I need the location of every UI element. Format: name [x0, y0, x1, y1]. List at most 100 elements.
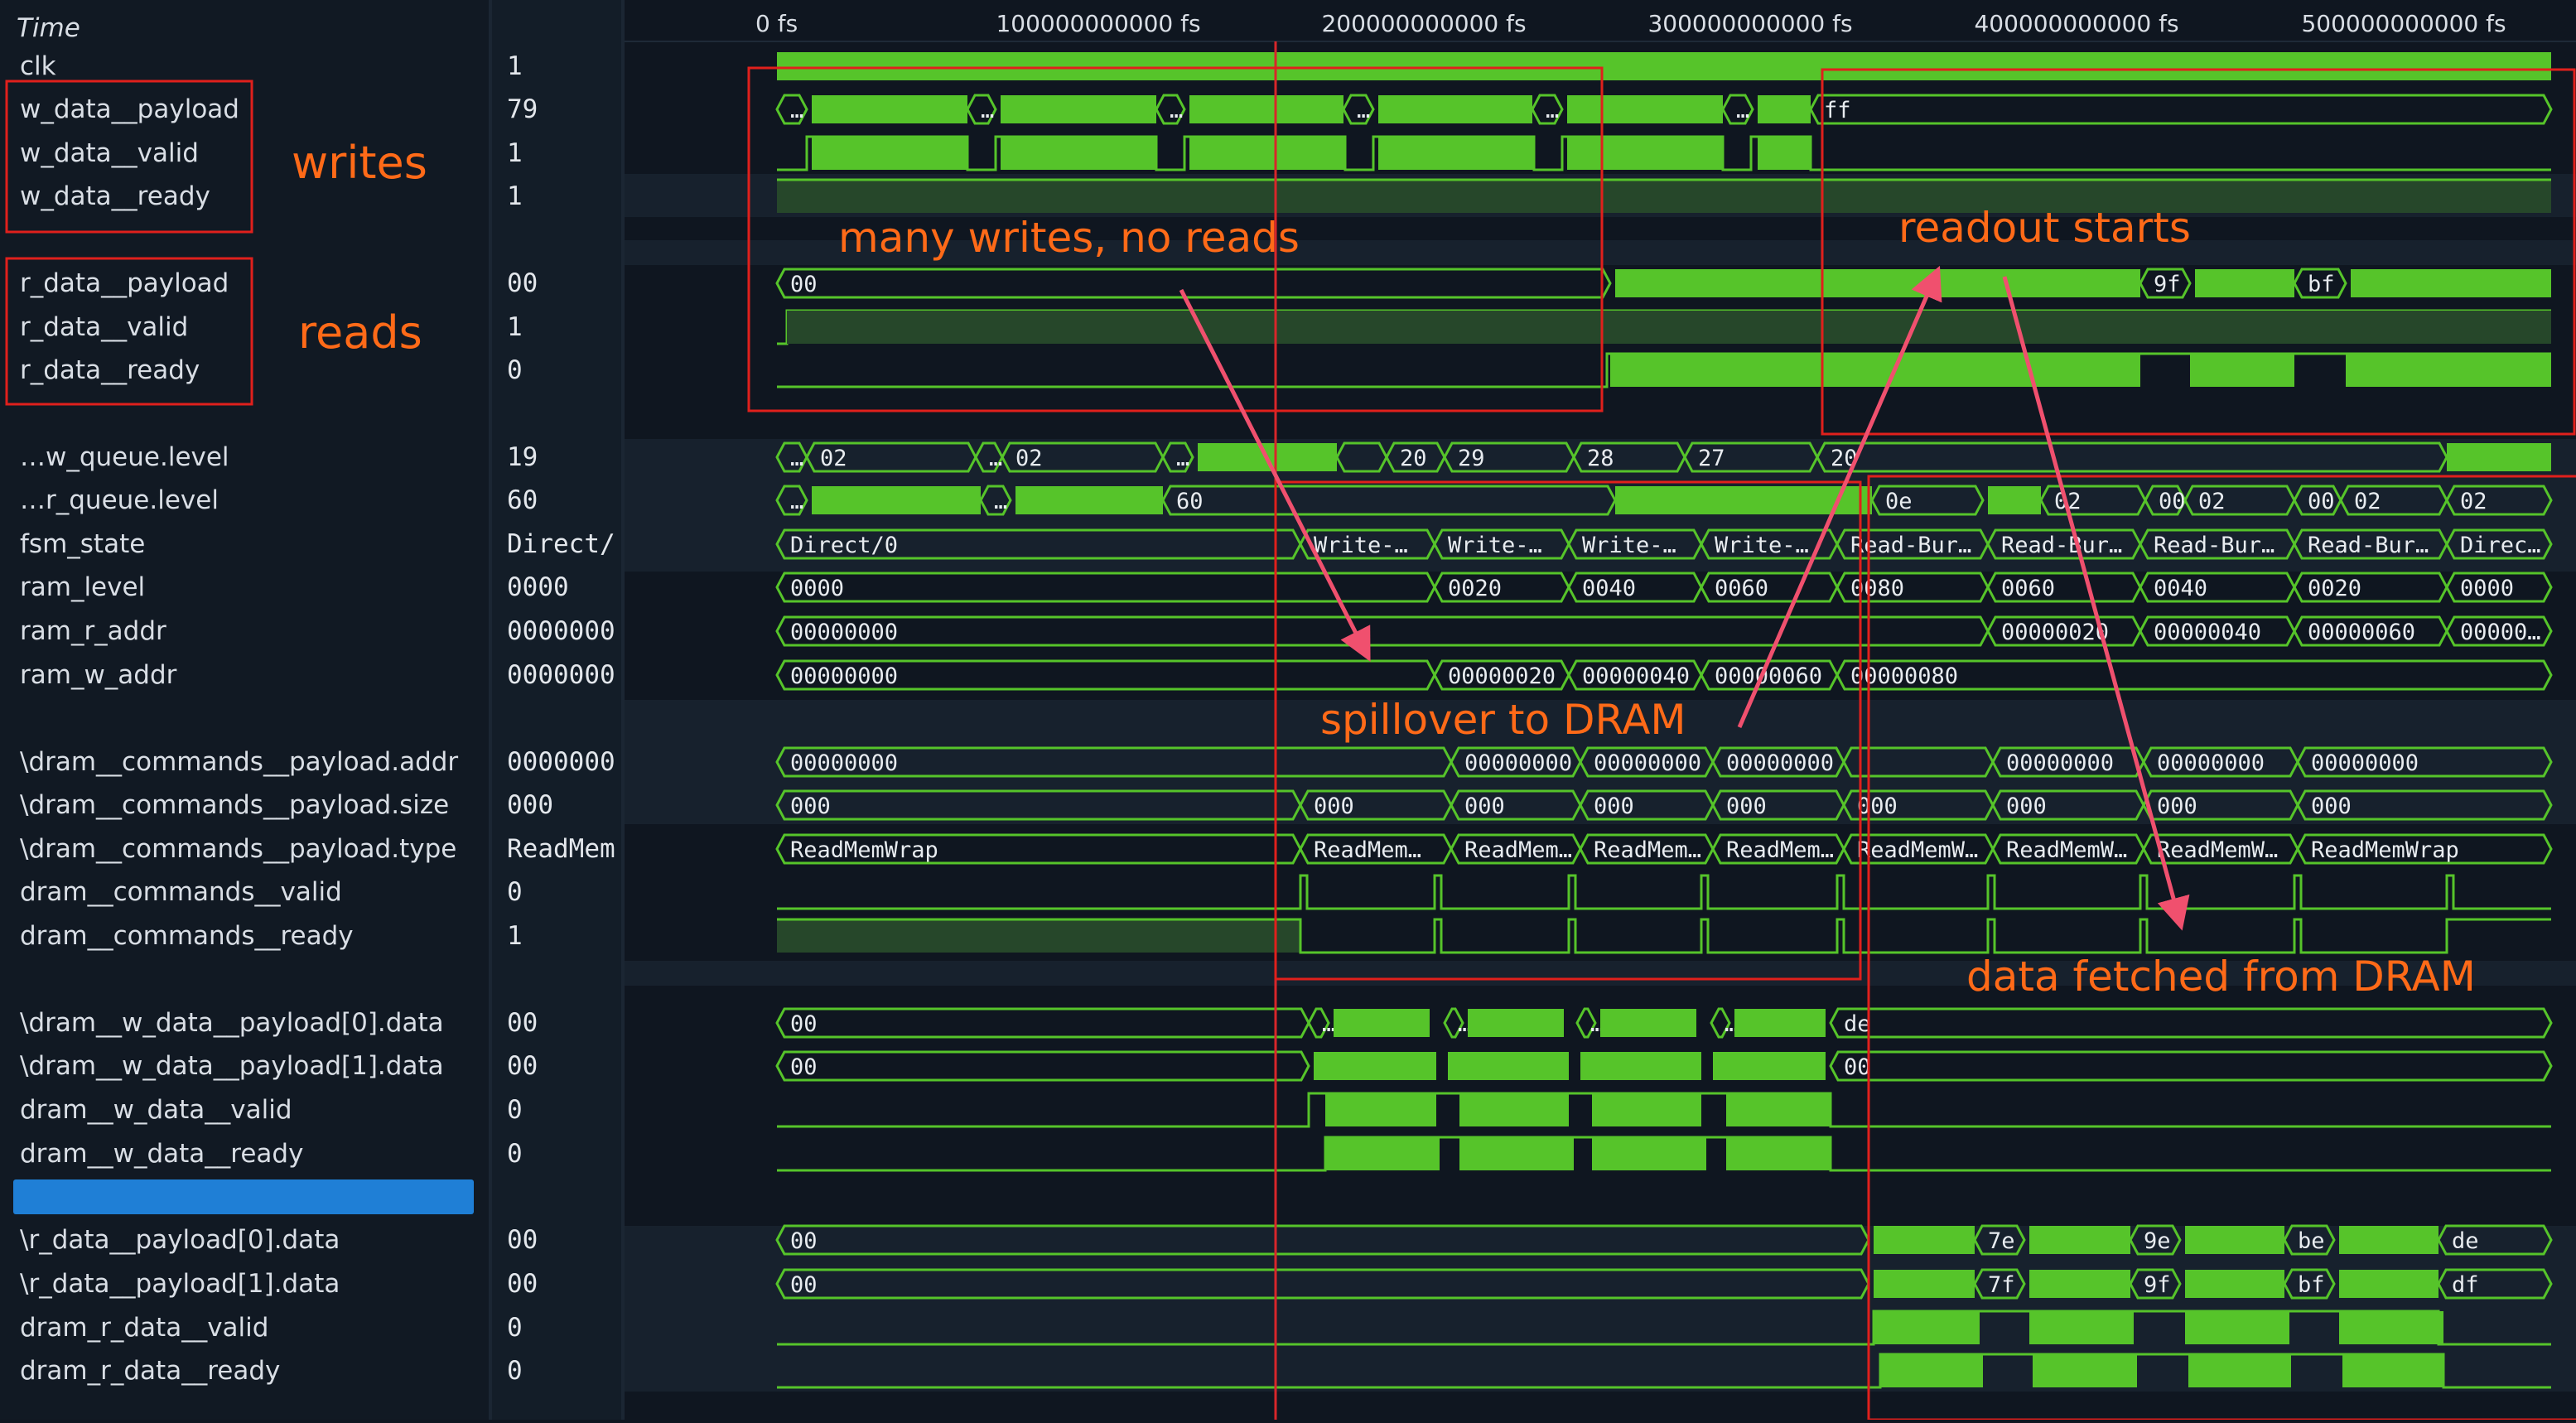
signal-name-r_p0[interactable]: \r_data__payload[0].data: [20, 1218, 340, 1261]
signal-value-dram_cmd_valid: 0: [507, 877, 523, 907]
dram-w0-burst: [1468, 1009, 1564, 1037]
signal-value-dram_w_ready: 0: [507, 1139, 523, 1169]
bus-value-label: 00: [790, 272, 818, 297]
bus-value-label: 9f: [2154, 272, 2181, 297]
r-ready-burst: [1610, 354, 2140, 387]
signal-name-r_p1[interactable]: \r_data__payload[1].data: [20, 1262, 340, 1305]
signal-name-ram_r_addr[interactable]: ram_r_addr: [20, 610, 166, 653]
dram-r-valid-burst: [2339, 1311, 2443, 1344]
bus-value-label: bf: [2308, 272, 2335, 297]
w-valid-burst: [1001, 137, 1156, 170]
w-valid-burst: [1758, 137, 1811, 170]
bus-value-label: …: [994, 489, 1007, 514]
bus-value-label: …: [981, 98, 994, 123]
signal-name-w_data_payload[interactable]: w_data__payload: [20, 88, 239, 131]
rq-burst: [1988, 486, 2041, 514]
bus-value-label: 27: [1698, 446, 1725, 471]
bus-value-label: 00000000: [1726, 750, 1834, 776]
bus-value-label: ReadMemWrap: [2311, 837, 2459, 863]
signal-name-dram_w_p1[interactable]: \dram__w_data__payload[1].data: [20, 1044, 444, 1088]
signal-name-w_queue_level[interactable]: …w_queue.level: [20, 436, 229, 479]
signal-name-dram_r_valid[interactable]: dram_r_data__valid: [20, 1306, 268, 1349]
dram-w-valid-burst: [1459, 1093, 1569, 1126]
w-payload-burst: [1567, 95, 1723, 123]
signal-value-r_data_payload: 00: [507, 268, 538, 298]
bus-value-label: ReadMemW…: [1857, 837, 1978, 863]
signal-name-r_data_payload[interactable]: r_data__payload: [20, 262, 229, 305]
r-payload-burst: [2029, 1226, 2130, 1254]
w-valid-burst: [1378, 137, 1534, 170]
bus-value-label: Direct/0: [790, 533, 898, 558]
bus-value-label: 7f: [1988, 1272, 2015, 1298]
dram-r-ready-burst: [2033, 1354, 2137, 1387]
bus-value-label: 000: [790, 794, 831, 819]
bus-value-label: de: [1844, 1011, 1871, 1037]
annotation-fetched: data fetched from DRAM: [1966, 953, 2476, 1001]
ram-raddr-seg: [775, 615, 1990, 647]
bus-value-label: 00000060: [2308, 620, 2415, 645]
signal-value-pane: 1 79 1 1 00 1 0 19 60 Direct/0000 0000000 0000000 00…: [492, 0, 621, 1420]
signal-value-r_p0: 00: [507, 1225, 538, 1255]
signal-name-r_data_ready[interactable]: r_data__ready: [20, 349, 200, 392]
bus-value-label: 9f: [2144, 1272, 2171, 1298]
bus-value-label: 00000040: [1582, 663, 1690, 689]
signal-name-fsm_state[interactable]: fsm_state: [20, 523, 145, 566]
signal-name-ram_level[interactable]: ram_level: [20, 566, 145, 609]
dram-w-ready-burst: [1592, 1137, 1706, 1170]
time-tick-label: 200000000000 fs: [1321, 10, 1526, 37]
dram-cmd-ready-high: [777, 919, 1300, 953]
signal-name-ram_w_addr[interactable]: ram_w_addr: [20, 654, 176, 697]
bus-value-label: 000: [1857, 794, 1898, 819]
signal-value-dram_w_p1: 00: [507, 1051, 538, 1081]
signal-name-dram_cmd_addr[interactable]: \dram__commands__payload.addr: [20, 740, 458, 784]
signal-name-dram_w_p0[interactable]: \dram__w_data__payload[0].data: [20, 1001, 444, 1044]
bus-value-label: 00000000: [2157, 750, 2265, 776]
bus-value-label: Write-…: [1582, 533, 1676, 558]
dram-w0-burst: [1734, 1009, 1826, 1037]
signal-value-dram_r_valid: 0: [507, 1313, 523, 1343]
signal-name-dram_r_ready[interactable]: dram_r_data__ready: [20, 1349, 280, 1392]
bus-value-label: 00000060: [1715, 663, 1822, 689]
bus-value-label: 00000000: [790, 663, 898, 689]
group-divider-bar[interactable]: [13, 1179, 474, 1214]
signal-name-dram_w_ready[interactable]: dram__w_data__ready: [20, 1132, 303, 1175]
bus-value-label: 0020: [2308, 576, 2361, 601]
bus-value-label: …: [790, 489, 803, 514]
dram-r-valid-burst: [2185, 1311, 2289, 1344]
bus-value-label: Read-Bur…: [2001, 533, 2122, 558]
bus-value-label: 0060: [1715, 576, 1768, 601]
signal-name-r_data_valid[interactable]: r_data__valid: [20, 306, 188, 349]
r-payload-burst: [2195, 269, 2294, 297]
r-payload-burst: [2339, 1226, 2439, 1254]
bus-value-label: 00000080: [1850, 663, 1958, 689]
bus-value-label: 00000020: [1448, 663, 1556, 689]
signal-name-dram_cmd_type[interactable]: \dram__commands__payload.type: [20, 827, 456, 871]
signal-name-w_data_valid[interactable]: w_data__valid: [20, 132, 199, 175]
w-payload-burst: [1001, 95, 1156, 123]
signal-name-dram_w_valid[interactable]: dram__w_data__valid: [20, 1088, 292, 1131]
dram-w1-burst: [1713, 1052, 1826, 1080]
signal-name-dram_cmd_valid[interactable]: dram__commands__valid: [20, 871, 342, 914]
r-payload-burst: [1874, 1226, 1975, 1254]
annotation-spillover: spillover to DRAM: [1320, 696, 1686, 744]
bus-value-label: be: [2298, 1228, 2325, 1254]
w-payload-burst: [1189, 95, 1343, 123]
dram-w-ready-burst: [1726, 1137, 1831, 1170]
dram-w-ready-burst: [1459, 1137, 1574, 1170]
signal-name-r_queue_level[interactable]: …r_queue.level: [20, 479, 219, 522]
signal-value-w_data_valid: 1: [507, 138, 523, 168]
bus-value-label: Read-Bur…: [2154, 533, 2275, 558]
signal-value-dram_w_p0: 00: [507, 1008, 538, 1038]
bus-value-label: ReadMem…: [1726, 837, 1834, 863]
signal-value-w_data_ready: 1: [507, 181, 523, 211]
signal-name-dram_cmd_ready[interactable]: dram__commands__ready: [20, 914, 354, 958]
signal-name-clk[interactable]: clk: [20, 45, 56, 88]
bus-value-label: 7e: [1988, 1228, 2015, 1254]
annotation-writes: writes: [292, 137, 427, 189]
bus-value-label: Write-…: [1314, 533, 1408, 558]
signal-name-dram_cmd_size[interactable]: \dram__commands__payload.size: [20, 784, 449, 827]
r-payload-burst: [2185, 1226, 2284, 1254]
signal-name-w_data_ready[interactable]: w_data__ready: [20, 175, 210, 218]
bus-value-label: ReadMem…: [1464, 837, 1572, 863]
bus-value-label: Read-Bur…: [2308, 533, 2429, 558]
